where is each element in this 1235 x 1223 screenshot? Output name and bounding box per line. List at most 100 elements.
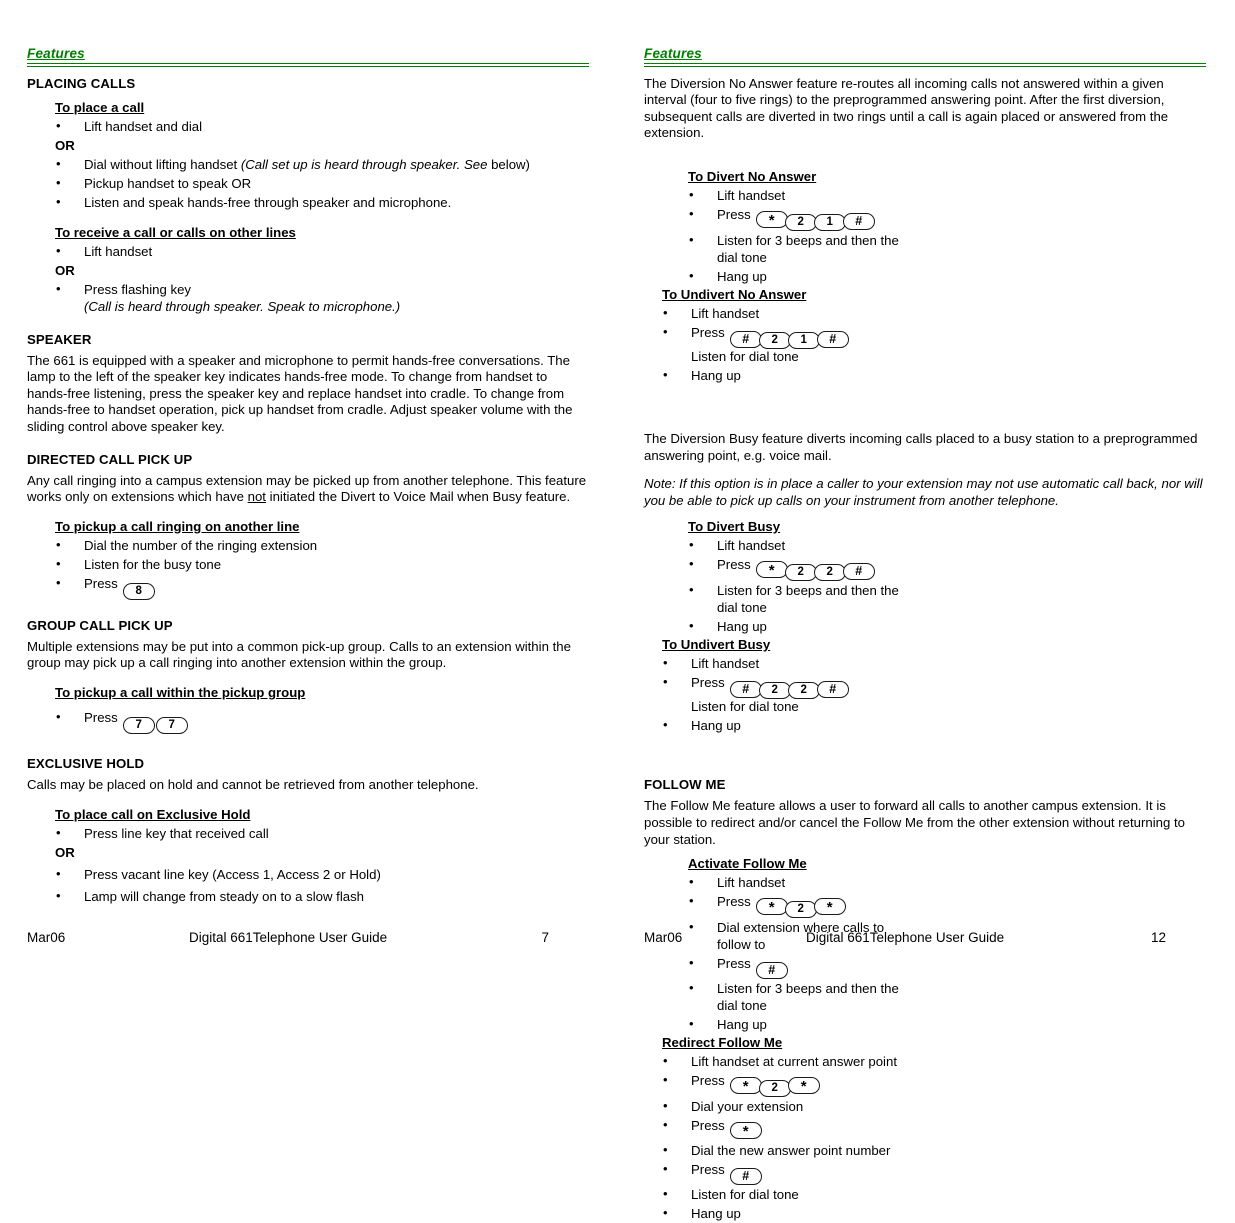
step-list-pickup-ringing-line: Dial the number of the ringing extension…	[55, 536, 589, 600]
subheading-to-divert-no-answer: To Divert No Answer	[688, 168, 817, 184]
procedure-row-busy: To Divert Busy Lift handset Press*22# Li…	[644, 518, 1206, 735]
subheading-pickup-ringing-line: To pickup a call ringing on another line	[55, 518, 300, 534]
step-text: Press	[691, 675, 725, 691]
step-text-italic: (Call set up is heard through speaker. S…	[240, 156, 488, 172]
step-list-undivert-busy: Lift handset Press#22# Listen for dial t…	[662, 654, 932, 735]
step-list-pickup-within-group: Press77	[55, 708, 589, 734]
running-header-left: Features	[27, 46, 589, 67]
phone-key-7: 7	[122, 716, 155, 734]
subsection-pickup-within-group: To pickup a call within the pickup group…	[27, 672, 589, 734]
section-body-directed-call-pick-up: Any call ringing into a campus extension…	[27, 473, 589, 506]
subheading-to-divert-busy: To Divert Busy	[688, 519, 781, 535]
footer-title: Digital 661Telephone User Guide	[189, 930, 388, 945]
procedure-divert-no-answer: To Divert No Answer Lift handset Press*2…	[688, 168, 958, 286]
list-item-continuation: (Call is heard through speaker. Speak to…	[84, 298, 401, 314]
phone-key-8: 8	[122, 582, 155, 600]
section-heading-placing-calls: PLACING CALLS	[27, 75, 136, 91]
phone-key-2: 2	[813, 564, 846, 582]
step-text: Press	[717, 206, 751, 222]
list-item: Pickup handset to speak OR	[55, 174, 589, 193]
intro-follow-me: The Follow Me feature allows a user to f…	[644, 798, 1185, 847]
or-divider: OR	[55, 844, 75, 860]
or-divider: OR	[55, 262, 75, 278]
list-item: Press line key that received call	[55, 824, 589, 843]
step-list-place-a-call: Lift handset and dial	[55, 117, 589, 136]
phone-key-star: *	[813, 898, 846, 916]
section-heading-exclusive-hold: EXCLUSIVE HOLD	[27, 755, 145, 771]
list-item: Press#22#	[662, 673, 932, 700]
phone-key-7: 7	[155, 716, 188, 734]
phone-key-hash: #	[729, 681, 762, 699]
phone-key-hash: #	[816, 681, 849, 699]
running-header-right: Features	[644, 46, 1206, 67]
step-list-divert-busy: Lift handset Press*22# Listen for 3 beep…	[688, 536, 958, 636]
list-item: Listen for the busy tone	[55, 555, 589, 574]
subsection-receive-call-other-lines: To receive a call or calls on other line…	[27, 212, 589, 316]
list-item: Lift handset at current answer point	[662, 1052, 932, 1071]
procedure-row-no-answer: To Divert No Answer Lift handset Press*2…	[644, 168, 1206, 385]
list-item: Listen for 3 beeps and then the	[688, 231, 958, 250]
list-item-continuation: Listen for dial tone	[691, 348, 799, 364]
body-text-part2: initiated the Divert to Voice Mail when …	[265, 489, 571, 505]
document-page: Features PLACING CALLS To place a call L…	[0, 0, 1235, 1222]
list-item: Press#21#	[662, 323, 932, 349]
section-heading-follow-me: FOLLOW ME	[644, 777, 726, 793]
list-item: Hang up	[688, 1015, 958, 1034]
list-item: Press77	[55, 708, 589, 734]
phone-key-star: *	[755, 898, 788, 916]
phone-key-star: *	[755, 561, 788, 579]
phone-key-2: 2	[758, 331, 791, 349]
list-item: Lift handset	[662, 304, 932, 323]
step-list-receive-call: Lift handset	[55, 242, 589, 261]
list-item-continuation: dial tone	[717, 249, 767, 265]
step-text: Press	[691, 1162, 725, 1178]
phone-key-sequence: *	[729, 1122, 762, 1141]
step-list-undivert-no-answer: Lift handset Press#21# Listen for dial t…	[662, 304, 932, 385]
procedure-divert-busy: To Divert Busy Lift handset Press*22# Li…	[688, 518, 958, 636]
list-item: Press*	[662, 1116, 932, 1141]
list-item: Press*22#	[688, 555, 958, 582]
subheading-to-place-a-call: To place a call	[55, 99, 145, 115]
phone-key-hash: #	[842, 563, 875, 581]
or-divider: OR	[55, 137, 75, 153]
step-list-place-a-call-alt: Dial without lifting handset (Call set u…	[55, 155, 589, 212]
step-list-receive-call-alt: Press flashing key (Call is heard throug…	[55, 280, 589, 316]
phone-key-2: 2	[758, 1080, 791, 1098]
phone-key-sequence: #	[729, 1167, 762, 1186]
step-text: Press	[84, 575, 118, 591]
footer-title: Digital 661Telephone User Guide	[806, 930, 1005, 945]
footer-page-number: 7	[541, 930, 549, 945]
list-item-continuation: Listen for dial tone	[691, 699, 799, 715]
section-body-speaker: The 661 is equipped with a speaker and m…	[27, 352, 573, 434]
intro-diversion-no-answer: The Diversion No Answer feature re-route…	[644, 75, 1169, 141]
list-item: Press flashing key	[55, 280, 589, 299]
phone-key-sequence: * 2 *	[755, 898, 846, 919]
step-text: Press	[717, 557, 751, 573]
running-header-text: Features	[644, 46, 702, 61]
note-diversion-busy: Note: If this option is in place a calle…	[644, 476, 1203, 508]
list-item: Lift handset	[55, 242, 589, 261]
phone-key-hash: #	[729, 1168, 762, 1186]
list-item: Dial your extension	[662, 1097, 932, 1116]
phone-key-hash: #	[729, 330, 762, 348]
section-body-group-call-pick-up: Multiple extensions may be put into a co…	[27, 638, 571, 671]
subheading-redirect-follow-me: Redirect Follow Me	[662, 1035, 783, 1051]
list-item: Press*21#	[688, 205, 958, 231]
left-page-column: Features PLACING CALLS To place a call L…	[27, 46, 589, 906]
list-item: Press*2*	[688, 892, 958, 919]
phone-key-hash: #	[842, 212, 875, 230]
list-item: Dial the number of the ringing extension	[55, 536, 589, 555]
step-text: Press	[691, 1118, 725, 1134]
phone-key-sequence: * 2 1 #	[755, 210, 875, 231]
subheading-place-call-exclusive-hold: To place call on Exclusive Hold	[55, 806, 251, 822]
list-item: Lift handset and dial	[55, 117, 589, 136]
list-item: Lift handset	[662, 654, 932, 673]
list-item: Lift handset	[688, 536, 958, 555]
list-item: Dial without lifting handset (Call set u…	[55, 155, 589, 174]
list-item: Dial the new answer point number	[662, 1141, 932, 1160]
phone-key-sequence: * 2 2 #	[755, 561, 875, 582]
procedure-undivert-busy: To Undivert Busy Lift handset Press#22# …	[662, 636, 932, 735]
intro-diversion-busy: The Diversion Busy feature diverts incom…	[644, 430, 1198, 463]
list-item: Lift handset	[688, 186, 958, 205]
procedure-redirect-follow-me: Redirect Follow Me Lift handset at curre…	[662, 1034, 932, 1223]
